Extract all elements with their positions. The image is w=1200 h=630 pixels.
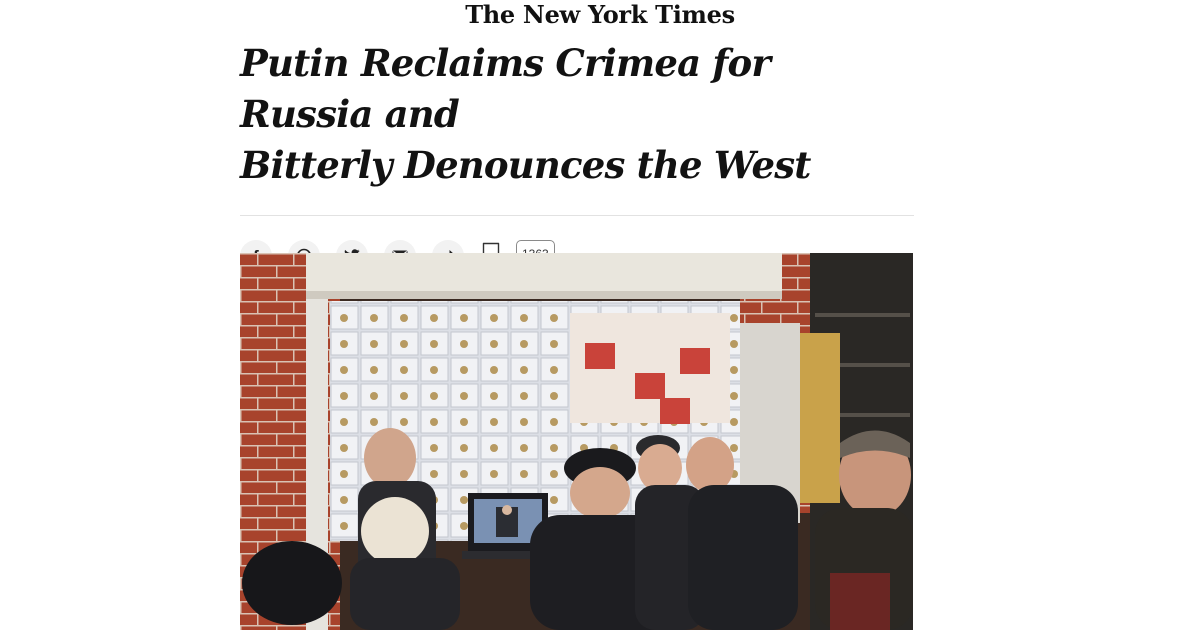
headline-line-2: Bitterly Denounces the West (240, 143, 811, 187)
headline-line-1: Putin Reclaims Crimea for Russia and (240, 41, 771, 136)
headline: Putin Reclaims Crimea for Russia and Bit… (240, 38, 914, 191)
article-page: The New York Times Putin Reclaims Crimea… (0, 0, 1200, 630)
lead-photo-image (240, 253, 913, 630)
lead-photo (240, 253, 913, 630)
masthead-logo[interactable]: The New York Times (0, 0, 1200, 30)
article-header: Putin Reclaims Crimea for Russia and Bit… (240, 38, 914, 276)
divider (240, 215, 914, 216)
